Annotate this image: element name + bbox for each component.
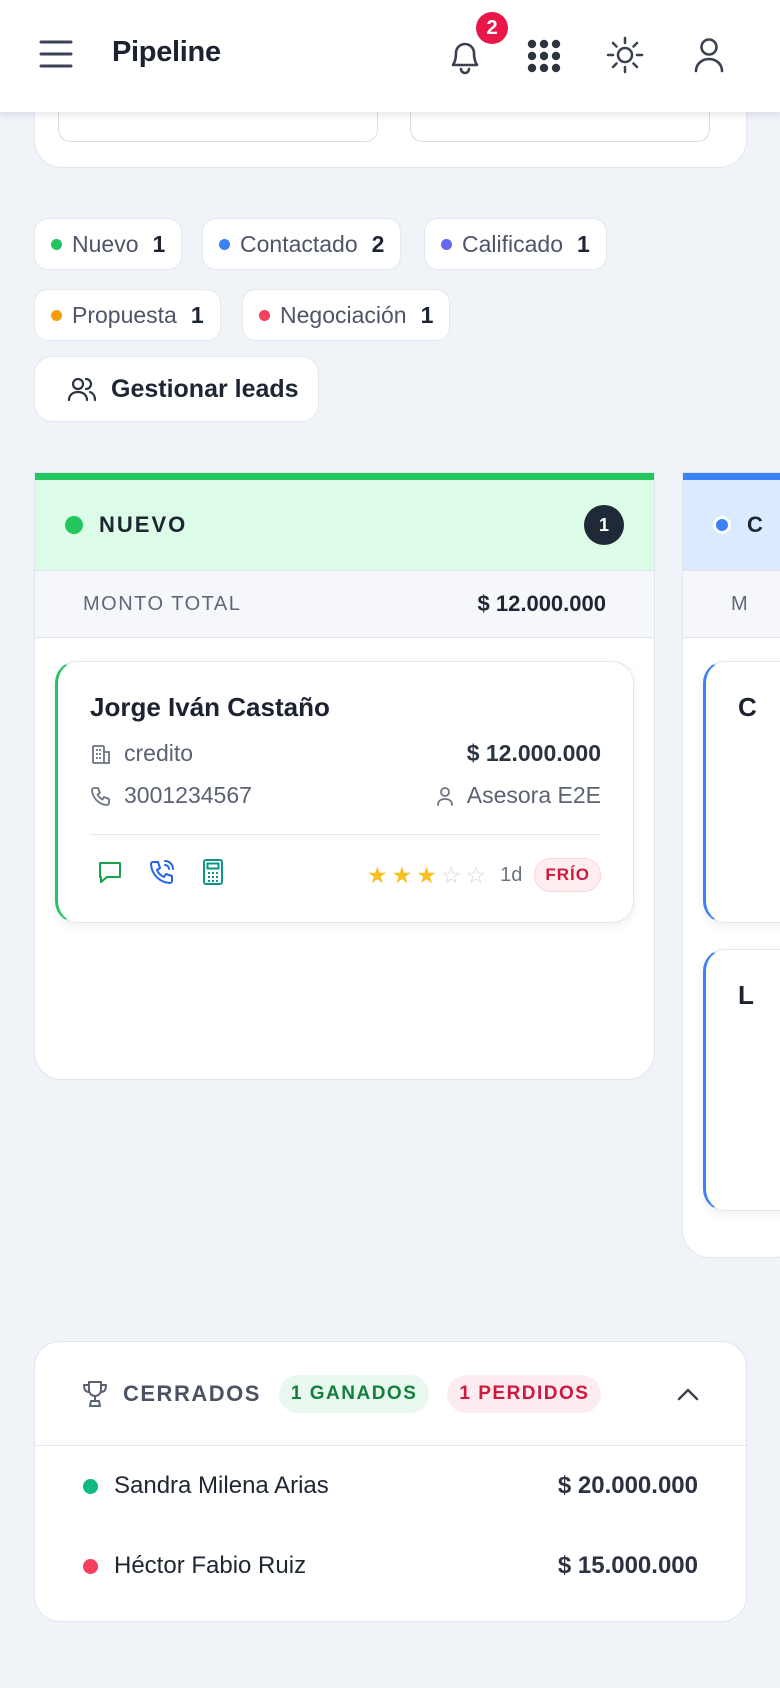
manage-leads-button[interactable]: Gestionar leads	[34, 356, 319, 422]
person-icon	[436, 786, 453, 806]
status-dot	[83, 1478, 98, 1494]
star-empty-icon: ☆	[440, 861, 462, 888]
lead-age: 1d	[500, 863, 523, 886]
lead-phone: 3001234567	[124, 782, 252, 808]
kanban-column-nuevo: NUEVO 1 MONTO TOTAL $ 12.000.000 Jorge I…	[34, 472, 655, 1080]
status-dot	[219, 238, 230, 250]
column-accent-bar	[35, 473, 654, 480]
closed-lead-row[interactable]: Sandra Milena Arias $ 20.000.000	[35, 1446, 746, 1526]
lead-card[interactable]: Jorge Iván Castaño credito $ 12.000.000 …	[55, 661, 634, 923]
chip-label: Nuevo	[72, 230, 139, 257]
total-amount: $ 12.000.000	[477, 591, 606, 616]
closed-lead-amount: $ 15.000.000	[557, 1552, 698, 1579]
closed-lead-row[interactable]: Héctor Fabio Ruiz $ 15.000.000	[35, 1526, 746, 1606]
column-header: C	[683, 480, 780, 570]
building-icon	[92, 744, 110, 764]
theme-sun-icon[interactable]	[602, 32, 648, 78]
column-total: M	[683, 570, 780, 638]
lead-name: Jorge Iván Castaño	[90, 692, 330, 722]
stage-chip-contactado[interactable]: Contactado 2	[202, 218, 402, 270]
column-total: MONTO TOTAL $ 12.000.000	[35, 570, 654, 638]
lead-product: credito	[124, 740, 194, 766]
stage-chip-propuesta[interactable]: Propuesta 1	[34, 289, 221, 341]
column-accent-bar	[683, 473, 780, 480]
closed-lead-name: Sandra Milena Arias	[114, 1472, 329, 1499]
lead-card[interactable]: L	[703, 949, 780, 1211]
users-icon	[67, 377, 97, 402]
lead-name: L	[738, 980, 754, 1010]
trophy-icon	[83, 1380, 107, 1407]
top-app-bar: Pipeline 2	[0, 0, 780, 112]
message-icon[interactable]	[96, 858, 124, 886]
chip-label: Propuesta	[72, 301, 177, 328]
phone-icon	[91, 786, 110, 806]
temperature-badge: FRÍO	[534, 858, 601, 892]
star-empty-icon: ☆	[465, 861, 487, 888]
status-dot	[65, 516, 83, 534]
column-count-badge: 1	[584, 505, 624, 545]
page-title: Pipeline	[112, 36, 221, 68]
lost-badge: 1 PERDIDOS	[447, 1374, 602, 1413]
notification-count-badge: 2	[476, 12, 508, 44]
kanban-column-contactado: C M C L	[682, 472, 780, 1258]
star-icon: ★	[367, 861, 388, 888]
calculator-icon[interactable]	[200, 858, 226, 886]
chip-count: 1	[152, 230, 166, 257]
won-badge: 1 GANADOS	[278, 1374, 430, 1413]
apps-grid-icon[interactable]	[522, 34, 566, 78]
menu-icon[interactable]	[36, 34, 76, 74]
stage-chip-nuevo[interactable]: Nuevo 1	[34, 218, 183, 270]
lead-owner: Asesora E2E	[466, 782, 601, 808]
chip-count: 1	[420, 301, 434, 328]
chevron-up-icon[interactable]	[676, 1386, 700, 1402]
chip-count: 2	[371, 230, 385, 257]
closed-lead-name: Héctor Fabio Ruiz	[114, 1552, 307, 1579]
lead-card[interactable]: C	[703, 661, 780, 923]
chip-label: Contactado	[240, 230, 358, 257]
call-icon[interactable]	[148, 858, 176, 886]
status-dot	[51, 238, 62, 250]
total-label: M	[731, 592, 750, 615]
status-dot	[713, 516, 731, 534]
closed-header[interactable]: CERRADOS 1 GANADOS 1 PERDIDOS	[35, 1342, 746, 1446]
status-dot	[51, 309, 62, 321]
card-divider	[90, 834, 601, 835]
total-label: MONTO TOTAL	[83, 592, 242, 615]
chip-label: Calificado	[462, 230, 563, 257]
status-dot	[441, 238, 452, 250]
star-icon: ★	[391, 861, 413, 888]
chip-count: 1	[190, 301, 204, 328]
lead-name: C	[738, 692, 757, 722]
star-icon: ★	[416, 861, 437, 888]
user-profile-icon[interactable]	[686, 32, 732, 78]
column-title: NUEVO	[99, 512, 188, 537]
chip-count: 1	[577, 230, 590, 257]
manage-leads-label: Gestionar leads	[111, 374, 299, 403]
column-header: NUEVO 1	[35, 480, 654, 570]
lead-amount: $ 12.000.000	[466, 740, 601, 766]
column-title: C	[747, 512, 765, 537]
closed-title: CERRADOS	[123, 1380, 261, 1406]
chip-label: Negociación	[280, 301, 407, 328]
stage-chip-negociacion[interactable]: Negociación 1	[242, 289, 451, 341]
stage-chip-calificado[interactable]: Calificado 1	[424, 218, 607, 270]
closed-lead-amount: $ 20.000.000	[557, 1472, 698, 1499]
status-dot	[83, 1558, 98, 1574]
status-dot	[259, 309, 270, 321]
closed-leads-panel: CERRADOS 1 GANADOS 1 PERDIDOS Sandra Mil…	[34, 1341, 747, 1622]
